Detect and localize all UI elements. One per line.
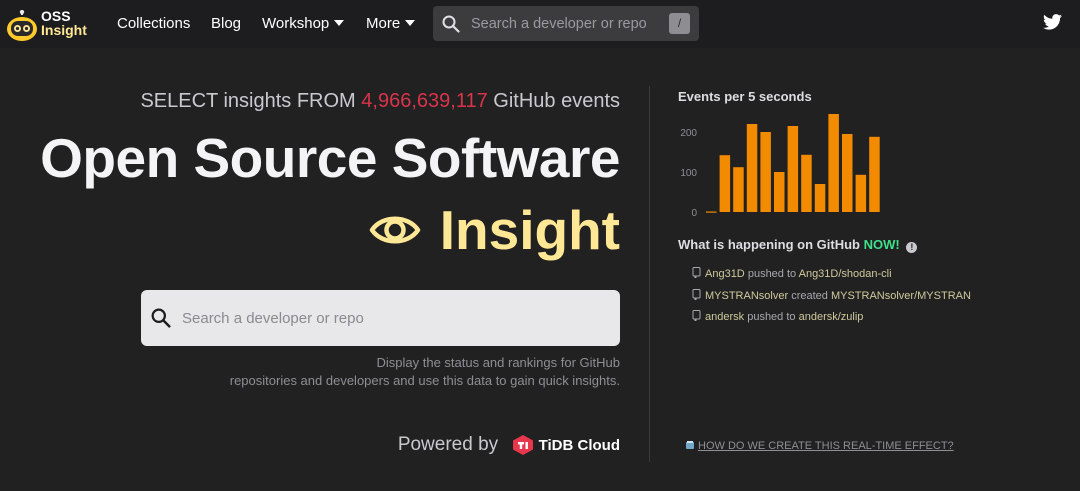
event-actor[interactable]: MYSTRANsolver bbox=[705, 290, 788, 302]
nav-link-more-label: More bbox=[366, 15, 401, 32]
nav-search-box[interactable] bbox=[433, 6, 699, 41]
search-shortcut-key: / bbox=[669, 13, 690, 34]
oss-insight-logo[interactable]: OSS Insight bbox=[4, 6, 96, 42]
event-actor[interactable]: Ang31D bbox=[705, 268, 745, 280]
search-icon bbox=[442, 15, 460, 33]
chart-bar bbox=[814, 184, 826, 212]
event-actor[interactable]: andersk bbox=[705, 311, 744, 323]
chart-bar bbox=[842, 134, 853, 212]
hero-subtitle-prefix: SELECT insights FROM bbox=[140, 90, 356, 112]
chart-bar bbox=[746, 124, 758, 212]
event-item: MYSTRANsolver created MYSTRANsolver/MYST… bbox=[692, 289, 971, 302]
nav-link-collections[interactable]: Collections bbox=[117, 15, 190, 32]
now-label: NOW! bbox=[863, 237, 900, 252]
hero-title: Open Source Software bbox=[40, 127, 620, 189]
events-bar-chart: 0 100 200 bbox=[680, 114, 880, 219]
hero-subtitle-suffix: GitHub events bbox=[493, 90, 620, 112]
top-nav: OSS Insight Collections Blog Workshop Mo… bbox=[0, 0, 1080, 48]
nav-link-more[interactable]: More bbox=[366, 15, 416, 32]
logo-line1: OSS bbox=[41, 8, 71, 24]
event-action: pushed to bbox=[747, 268, 797, 280]
hero-title-highlight: Insight bbox=[439, 199, 620, 261]
nav-search-input[interactable] bbox=[471, 6, 661, 41]
hero-search-input[interactable] bbox=[182, 290, 602, 346]
hero-search-box[interactable] bbox=[141, 290, 620, 346]
logo-line2: Insight bbox=[41, 22, 87, 38]
eye-icon bbox=[370, 216, 421, 244]
event-target[interactable]: andersk/zulip bbox=[799, 311, 864, 323]
chart-bar bbox=[869, 136, 880, 212]
repo-icon bbox=[692, 289, 701, 300]
description-line: repositories and developers and use this… bbox=[229, 373, 620, 388]
repo-icon bbox=[692, 267, 701, 278]
chart-bar bbox=[733, 167, 744, 212]
chart-title: Events per 5 seconds bbox=[678, 89, 812, 104]
caret-down-icon bbox=[405, 20, 416, 26]
info-icon[interactable]: ! bbox=[906, 242, 918, 253]
chart-bar bbox=[801, 154, 812, 212]
caret-down-icon bbox=[334, 20, 345, 26]
chart-bar bbox=[828, 114, 839, 212]
search-icon bbox=[151, 308, 171, 328]
nav-link-workshop[interactable]: Workshop bbox=[262, 15, 345, 32]
chart-bar bbox=[774, 172, 785, 212]
hero-subtitle: SELECT insights FROM 4,966,639,117 GitHu… bbox=[140, 90, 620, 113]
tidb-cloud-brand[interactable]: TiDB Cloud bbox=[539, 437, 620, 454]
repo-icon bbox=[692, 310, 701, 321]
robot-logo-icon bbox=[7, 10, 37, 41]
y-tick-label: 0 bbox=[691, 208, 697, 219]
chart-bar bbox=[787, 126, 799, 212]
powered-by-label: Powered by bbox=[397, 434, 499, 455]
event-item: Ang31D pushed to Ang31D/shodan-cli bbox=[692, 267, 892, 280]
event-action: pushed to bbox=[747, 311, 796, 323]
nav-link-workshop-label: Workshop bbox=[262, 15, 330, 32]
tidb-cloud-logo-icon[interactable] bbox=[511, 434, 535, 456]
twitter-icon[interactable] bbox=[1043, 14, 1062, 30]
chart-bar bbox=[719, 155, 731, 212]
happening-prefix: What is happening on GitHub bbox=[678, 237, 860, 252]
chart-bar bbox=[760, 132, 771, 212]
nav-link-blog[interactable]: Blog bbox=[211, 15, 241, 32]
logo-text: OSS Insight bbox=[41, 9, 87, 37]
event-target[interactable]: Ang31D/shodan-cli bbox=[799, 268, 892, 280]
book-icon bbox=[686, 441, 694, 449]
hero-description: Display the status and rankings for GitH… bbox=[200, 354, 620, 390]
description-line: Display the status and rankings for GitH… bbox=[376, 355, 620, 370]
event-action: created bbox=[791, 290, 828, 302]
how-realtime-link-label: HOW DO WE CREATE THIS REAL-TIME EFFECT? bbox=[698, 440, 954, 452]
chart-bar bbox=[706, 211, 717, 213]
event-target[interactable]: MYSTRANsolver/MYSTRAN bbox=[831, 290, 971, 302]
hero-insight-line: Insight bbox=[369, 198, 620, 261]
powered-by: Powered by TiDB Cloud bbox=[398, 434, 620, 456]
happening-heading: What is happening on GitHub NOW! ! bbox=[678, 237, 918, 253]
y-tick-label: 100 bbox=[680, 168, 697, 179]
event-count: 4,966,639,117 bbox=[361, 90, 488, 112]
event-item: andersk pushed to andersk/zulip bbox=[692, 310, 863, 323]
how-realtime-link[interactable]: HOW DO WE CREATE THIS REAL-TIME EFFECT? bbox=[685, 440, 954, 452]
vertical-divider bbox=[649, 86, 650, 462]
y-tick-label: 200 bbox=[680, 128, 697, 139]
chart-bar bbox=[855, 174, 867, 212]
